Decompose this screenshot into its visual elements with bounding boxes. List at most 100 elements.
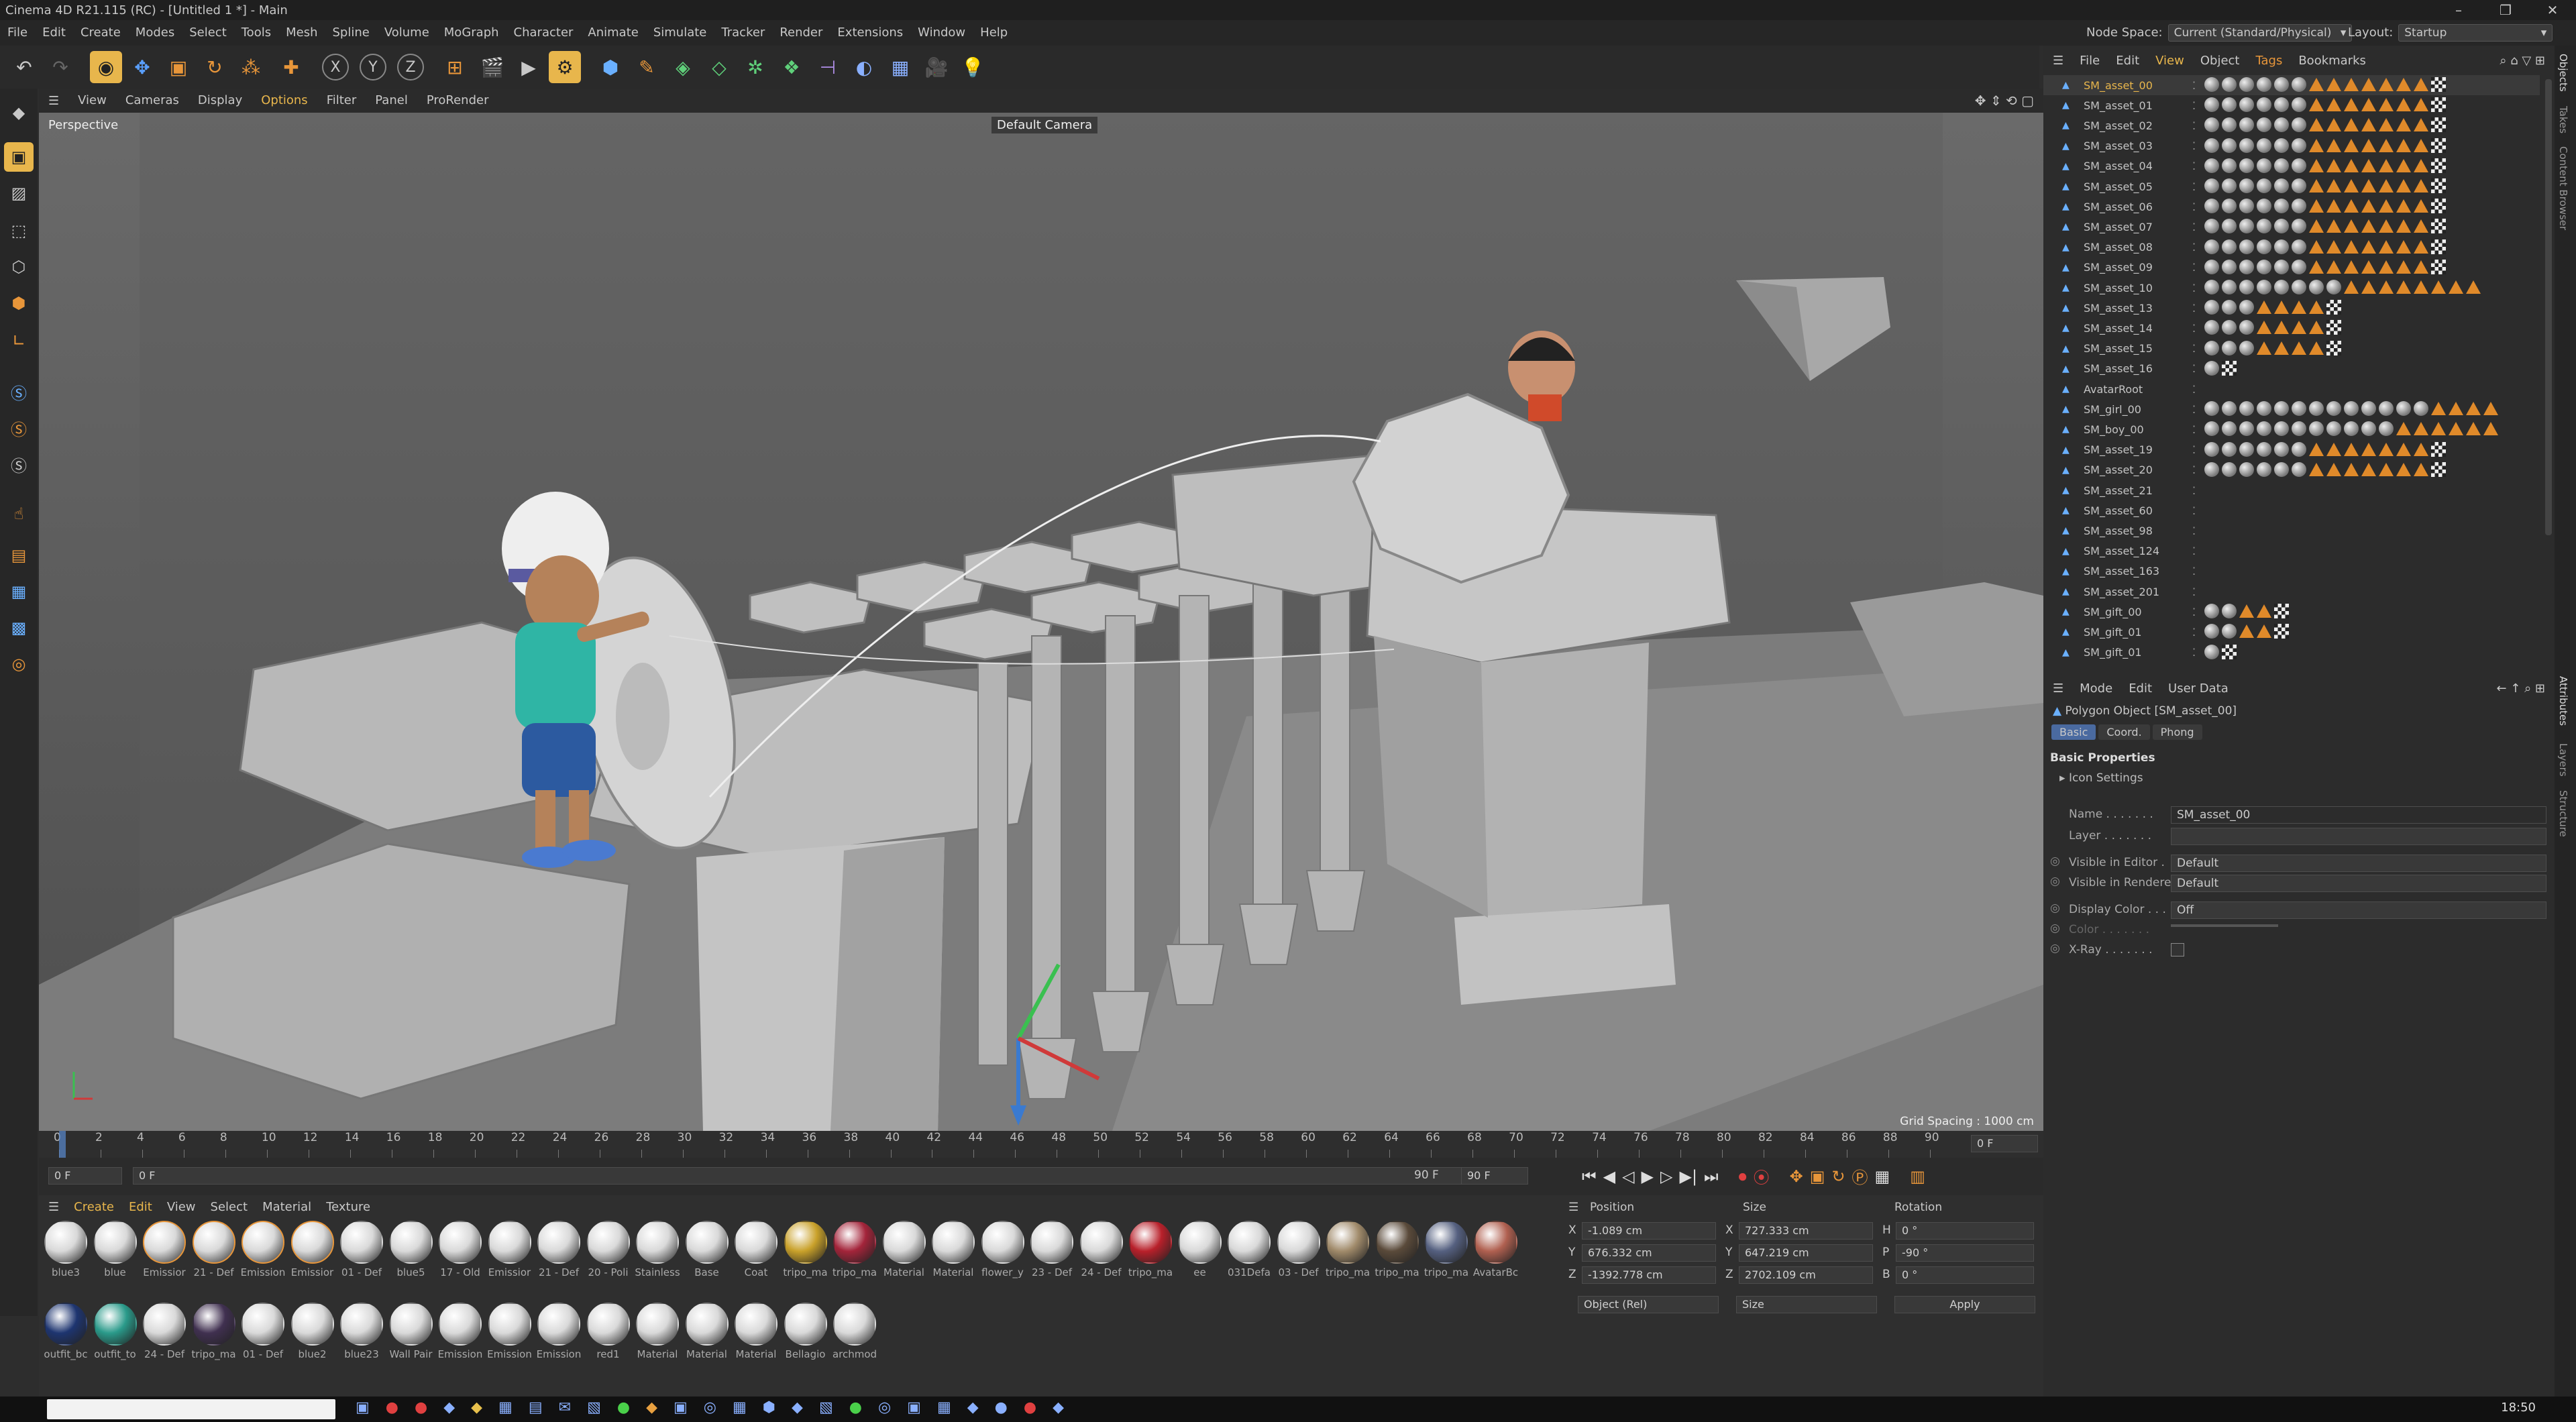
material-tag-icon[interactable] xyxy=(2222,158,2237,173)
viewport-menu-display[interactable]: Display xyxy=(189,89,252,113)
visibility-dots-icon[interactable]: ⁚ xyxy=(2192,463,2196,476)
tweak-icon[interactable]: ☝ xyxy=(4,499,34,529)
viewport-menu-panel[interactable]: Panel xyxy=(366,89,417,113)
material-swatch[interactable]: 01 - Def xyxy=(240,1300,286,1374)
menu-mesh[interactable]: Mesh xyxy=(278,20,325,46)
phong-tag-icon[interactable] xyxy=(2309,442,2324,456)
phong-tag-icon[interactable] xyxy=(2326,118,2341,132)
material-tag-icon[interactable] xyxy=(2274,158,2289,173)
viewport-menu-filter[interactable]: Filter xyxy=(317,89,366,113)
phong-tag-icon[interactable] xyxy=(2257,321,2271,335)
taskbar-app-icons[interactable]: ▣ ● ● ◆ ◆ ▦ ▤ ✉ ▧ ● ◆ ▣ ◎ ▦ ⬢ ◆ ▧ ● ◎ ▣ ▦ ◆ ● ● ◆ xyxy=(356,1399,1064,1416)
phong-tag-icon[interactable] xyxy=(2361,98,2376,112)
object-menu-edit[interactable]: Edit xyxy=(2116,54,2139,68)
material-tag-icon[interactable] xyxy=(2257,97,2271,113)
material-ball[interactable] xyxy=(44,1221,87,1264)
material-tag-icon[interactable] xyxy=(2326,280,2341,294)
material-ball[interactable] xyxy=(488,1303,531,1346)
material-ball[interactable] xyxy=(685,1221,729,1264)
material-tag-icon[interactable] xyxy=(2396,401,2411,417)
material-menu-view[interactable]: View xyxy=(167,1200,196,1214)
viewport-menu-options[interactable]: Options xyxy=(252,89,317,113)
grid-icon[interactable]: ▦ xyxy=(4,577,34,606)
texture-tag-icon[interactable] xyxy=(2222,644,2237,659)
material-ball[interactable] xyxy=(537,1303,580,1346)
material-swatch[interactable]: blue23 xyxy=(339,1300,384,1374)
material-ball[interactable] xyxy=(636,1221,679,1264)
phong-tag-icon[interactable] xyxy=(2379,280,2394,294)
object-row[interactable]: ▲ SM_asset_201 ⁚ xyxy=(2043,582,2540,602)
visibility-dots-icon[interactable]: ⁚ xyxy=(2192,443,2196,456)
material-tag-icon[interactable] xyxy=(2257,401,2271,417)
phong-tag-icon[interactable] xyxy=(2309,118,2324,132)
material-ball[interactable] xyxy=(586,1303,630,1346)
animation-dot-icon[interactable]: ◎ xyxy=(2050,901,2060,915)
polygons-mode-icon[interactable]: ⬢ xyxy=(4,288,34,318)
material-tag-icon[interactable] xyxy=(2292,199,2306,214)
phong-tag-icon[interactable] xyxy=(2344,118,2359,132)
material-swatch[interactable]: Stainless xyxy=(635,1218,680,1292)
material-tag-icon[interactable] xyxy=(2274,259,2289,274)
minimize-icon[interactable]: – xyxy=(2435,0,2482,20)
material-tag-icon[interactable] xyxy=(2239,178,2254,193)
phong-tag-icon[interactable] xyxy=(2396,118,2411,132)
phong-tag-icon[interactable] xyxy=(2326,78,2341,91)
material-swatch[interactable]: 24 - Def xyxy=(1079,1218,1124,1292)
material-tag-icon[interactable] xyxy=(2292,77,2306,92)
material-ball[interactable] xyxy=(1277,1221,1320,1264)
animation-dot-icon[interactable]: ◎ xyxy=(2050,855,2060,868)
texture-tag-icon[interactable] xyxy=(2222,360,2237,376)
undo-icon[interactable]: ↶ xyxy=(8,51,40,83)
material-swatch[interactable]: tripo_ma xyxy=(191,1300,237,1374)
material-tag-icon[interactable] xyxy=(2292,117,2306,133)
material-swatch[interactable]: 17 - Old xyxy=(437,1218,483,1292)
material-swatch[interactable]: tripo_ma xyxy=(1375,1218,1420,1292)
key-rotate-icon[interactable]: ↻ xyxy=(1831,1167,1845,1186)
render-picture-icon[interactable]: ▶ xyxy=(513,51,545,83)
object-row[interactable]: ▲ SM_asset_06 ⁚ xyxy=(2043,197,2540,217)
phong-tag-icon[interactable] xyxy=(2361,462,2376,476)
material-tag-icon[interactable] xyxy=(2257,239,2271,254)
material-tag-icon[interactable] xyxy=(2204,340,2219,356)
visibility-dots-icon[interactable]: ⁚ xyxy=(2192,302,2196,315)
menu-extensions[interactable]: Extensions xyxy=(830,20,910,46)
material-tag-icon[interactable] xyxy=(2292,461,2306,477)
visibility-dots-icon[interactable]: ⁚ xyxy=(2192,383,2196,396)
material-tag-icon[interactable] xyxy=(2292,239,2306,254)
current-frame-field[interactable]: 0 F xyxy=(1971,1135,2038,1152)
material-ball[interactable] xyxy=(1474,1221,1517,1264)
object-row[interactable]: ▲ SM_asset_15 ⁚ xyxy=(2043,339,2540,359)
phong-tag-icon[interactable] xyxy=(2414,199,2428,213)
phong-tag-icon[interactable] xyxy=(2396,260,2411,274)
phong-tag-icon[interactable] xyxy=(2396,78,2411,91)
phong-tag-icon[interactable] xyxy=(2414,219,2428,233)
phong-tag-icon[interactable] xyxy=(2361,179,2376,193)
menu-modes[interactable]: Modes xyxy=(128,20,182,46)
material-tag-icon[interactable] xyxy=(2309,401,2324,417)
phong-tag-icon[interactable] xyxy=(2361,260,2376,274)
material-tag-icon[interactable] xyxy=(2204,644,2219,659)
material-swatch[interactable]: Wall Pair xyxy=(388,1300,434,1374)
menu-render[interactable]: Render xyxy=(772,20,830,46)
material-tag-icon[interactable] xyxy=(2239,158,2254,173)
material-tag-icon[interactable] xyxy=(2257,219,2271,234)
object-row[interactable]: ▲ SM_asset_02 ⁚ xyxy=(2043,115,2540,135)
floor-icon[interactable]: ▦ xyxy=(884,51,916,83)
material-tag-icon[interactable] xyxy=(2239,340,2254,356)
material-swatch[interactable]: blue xyxy=(93,1218,138,1292)
phong-tag-icon[interactable] xyxy=(2361,158,2376,172)
material-tag-icon[interactable] xyxy=(2257,199,2271,214)
phong-tag-icon[interactable] xyxy=(2292,321,2306,335)
material-menu-texture[interactable]: Texture xyxy=(326,1200,370,1214)
material-tag-icon[interactable] xyxy=(2222,77,2237,92)
position-field[interactable]: -1.089 cm xyxy=(1582,1222,1716,1240)
material-ball[interactable] xyxy=(1079,1221,1123,1264)
object-menu-bookmarks[interactable]: Bookmarks xyxy=(2298,54,2366,68)
texture-tag-icon[interactable] xyxy=(2326,320,2341,335)
phong-tag-icon[interactable] xyxy=(2414,280,2428,294)
material-tag-icon[interactable] xyxy=(2361,421,2376,437)
texture-tag-icon[interactable] xyxy=(2431,259,2446,274)
material-swatch[interactable]: Material xyxy=(733,1300,779,1374)
material-swatch[interactable]: Material xyxy=(881,1218,927,1292)
material-swatch[interactable]: Material xyxy=(684,1300,730,1374)
